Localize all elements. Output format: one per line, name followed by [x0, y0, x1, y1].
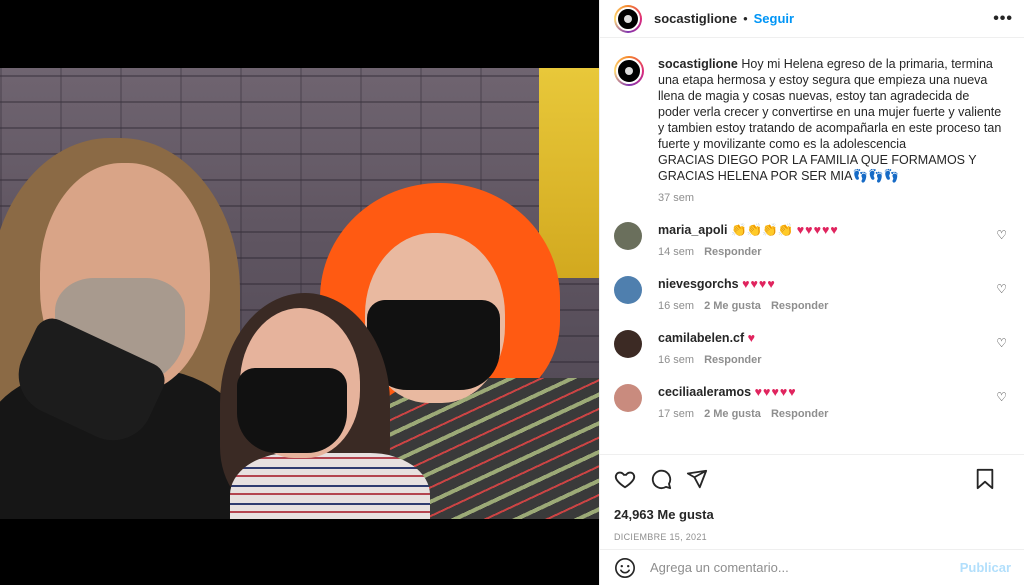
like-comment-icon[interactable]: ♡	[996, 228, 1007, 242]
likes-count[interactable]: 24,963 Me gusta	[614, 507, 1009, 522]
share-icon[interactable]	[686, 468, 708, 490]
publish-button[interactable]: Publicar	[960, 560, 1011, 575]
avatar[interactable]	[614, 276, 642, 304]
reply-button[interactable]: Responder	[704, 246, 761, 258]
comment-likes[interactable]: 2 Me gusta	[704, 300, 761, 312]
comment-time: 16 sem	[658, 354, 695, 366]
comment-username[interactable]: nievesgorchs	[658, 277, 739, 291]
yellow-door	[539, 68, 599, 278]
comment-item: camilabelen.cf ♥ 16 sem Responder ♡	[614, 330, 1011, 368]
add-comment-bar: Publicar	[600, 549, 1024, 585]
follow-button[interactable]: Seguir	[754, 11, 794, 26]
caption-username[interactable]: socastiglione	[658, 57, 738, 71]
instagram-post-view: socastiglione • Seguir ••• socastiglione…	[0, 0, 1024, 585]
comment-hearts: ♥♥♥♥♥	[796, 223, 839, 237]
avatar[interactable]	[614, 4, 642, 33]
comment-hearts: ♥	[747, 331, 757, 345]
like-comment-icon[interactable]: ♡	[996, 282, 1007, 296]
caption-avatar[interactable]	[614, 56, 644, 86]
caption-text-2: GRACIAS DIEGO POR LA FAMILIA QUE FORMAMO…	[658, 153, 977, 183]
comment-icon[interactable]	[650, 468, 672, 490]
post-sidebar: socastiglione • Seguir ••• socastiglione…	[599, 0, 1024, 585]
comment-item: maria_apoli 👏👏👏👏 ♥♥♥♥♥ 14 sem Responder ♡	[614, 222, 1011, 260]
post-header: socastiglione • Seguir •••	[600, 0, 1024, 38]
post-photo[interactable]	[0, 68, 599, 519]
emoji-icon[interactable]	[614, 557, 636, 579]
like-comment-icon[interactable]: ♡	[996, 390, 1007, 404]
comment-username[interactable]: maria_apoli	[658, 223, 727, 237]
like-comment-icon[interactable]: ♡	[996, 336, 1007, 350]
more-options-icon[interactable]: •••	[993, 10, 1013, 28]
comment-emoji: 👏👏👏👏	[730, 223, 794, 237]
reply-button[interactable]: Responder	[704, 354, 761, 366]
comment-time: 14 sem	[658, 246, 695, 258]
avatar[interactable]	[614, 222, 642, 250]
add-comment-input[interactable]	[650, 560, 960, 575]
bookmark-icon[interactable]	[975, 468, 995, 490]
comment-hearts: ♥♥♥♥	[742, 277, 776, 291]
comment-likes[interactable]: 2 Me gusta	[704, 408, 761, 420]
comment-item: nievesgorchs ♥♥♥♥ 16 sem 2 Me gusta Respon…	[614, 276, 1011, 314]
comment-username[interactable]: camilabelen.cf	[658, 331, 744, 345]
avatar[interactable]	[614, 384, 642, 412]
caption-text: Hoy mi Helena egreso de la primaria, ter…	[658, 57, 1002, 151]
avatar[interactable]	[614, 330, 642, 358]
header-username[interactable]: socastiglione	[654, 11, 737, 26]
comment-time: 17 sem	[658, 408, 695, 420]
post-date: DICIEMBRE 15, 2021	[614, 532, 707, 542]
heart-icon[interactable]	[614, 468, 636, 490]
reply-button[interactable]: Responder	[771, 300, 828, 312]
comment-username[interactable]: ceciliaaleramos	[658, 385, 751, 399]
comment-time: 16 sem	[658, 300, 695, 312]
media-panel	[0, 0, 599, 585]
reply-button[interactable]: Responder	[771, 408, 828, 420]
separator-dot: •	[743, 11, 748, 26]
person-2-body	[230, 453, 430, 519]
comment-item: ceciliaaleramos ♥♥♥♥♥ 17 sem 2 Me gusta Re…	[614, 384, 1011, 422]
comment-hearts: ♥♥♥♥♥	[754, 385, 797, 399]
caption-time: 37 sem	[658, 192, 695, 204]
comments-list[interactable]: socastiglione Hoy mi Helena egreso de la…	[600, 38, 1024, 454]
person-2-mask	[237, 368, 347, 453]
action-bar: 24,963 Me gusta DICIEMBRE 15, 2021	[600, 454, 1024, 542]
caption: socastiglione Hoy mi Helena egreso de la…	[614, 56, 1011, 206]
